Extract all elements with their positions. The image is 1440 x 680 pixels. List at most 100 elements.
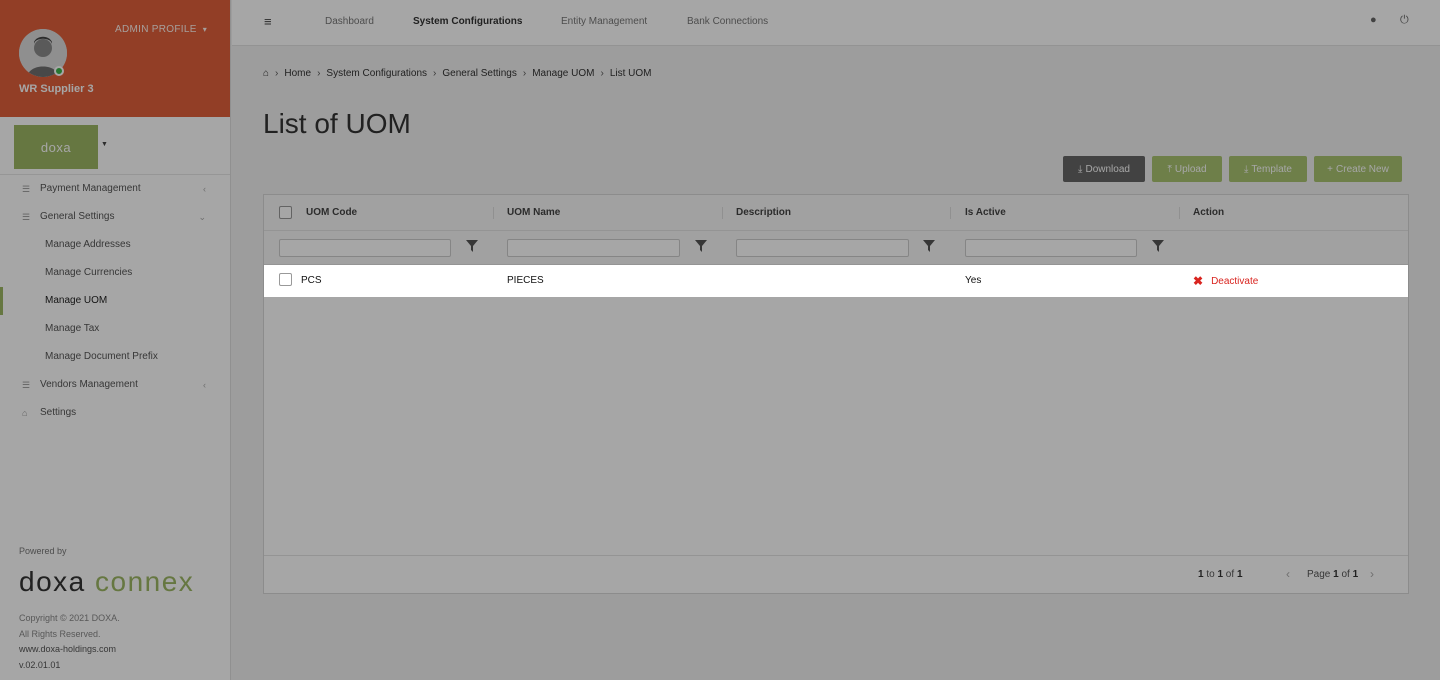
cell-is-active: Yes <box>965 275 982 286</box>
sidebar-item-vendors-management[interactable]: ☰ Vendors Management ‹ <box>0 371 230 399</box>
sidebar-item-label: Manage Addresses <box>45 239 131 250</box>
close-icon: ✖ <box>1193 274 1204 288</box>
chevron-right-icon: › <box>433 68 437 79</box>
filter-icon[interactable] <box>466 240 478 252</box>
breadcrumb-home[interactable]: Home <box>284 68 311 79</box>
sidebar-item-label: Manage Tax <box>45 323 100 334</box>
home-icon[interactable]: ⌂ <box>263 68 269 79</box>
sidebar-item-manage-document-prefix[interactable]: Manage Document Prefix <box>0 343 230 371</box>
create-new-button-label: Create New <box>1336 163 1389 175</box>
sidebar-item-label: General Settings <box>40 211 115 222</box>
uom-table: UOM Code UOM Name Description Is Active … <box>263 194 1409 594</box>
brand-logo: doxa connex <box>19 566 194 598</box>
list-icon: ☰ <box>22 184 31 194</box>
powered-by-label: Powered by <box>19 546 67 556</box>
previous-page-icon[interactable]: ‹ <box>1286 567 1290 581</box>
column-resize-handle[interactable] <box>1179 207 1180 219</box>
admin-profile-dropdown[interactable]: ADMIN PROFILE ▾ <box>115 24 207 35</box>
upload-button[interactable]: ⤒ Upload <box>1152 156 1222 182</box>
sidebar-item-label: Vendors Management <box>40 379 138 390</box>
column-header-description[interactable]: Description <box>736 207 791 218</box>
nav-dashboard[interactable]: Dashboard <box>325 16 374 27</box>
filter-icon[interactable] <box>923 240 935 252</box>
filter-row <box>264 231 1408 265</box>
globe-icon[interactable]: ● <box>1370 14 1377 26</box>
copyright-text: Copyright © 2021 DOXA. <box>19 613 120 623</box>
company-logo-text: doxa <box>40 139 72 155</box>
plus-icon: + <box>1327 163 1334 175</box>
select-all-checkbox[interactable] <box>279 206 292 219</box>
page-indicator: Page 1 of 1 <box>1307 569 1359 580</box>
brand-logo-main: doxa <box>19 566 86 597</box>
breadcrumb-general-settings[interactable]: General Settings <box>442 68 517 79</box>
table-footer: 1 to 1 of 1 ‹ Page 1 of 1 › <box>264 555 1408 593</box>
download-icon: ⤓ <box>1078 163 1083 175</box>
sidebar-item-general-settings[interactable]: ☰ General Settings ⌄ <box>0 203 230 231</box>
power-icon[interactable]: ⏻ <box>1400 14 1409 27</box>
column-header-uom-name[interactable]: UOM Name <box>507 207 560 218</box>
sidebar-item-label: Payment Management <box>40 183 141 194</box>
nav-system-configurations[interactable]: System Configurations <box>413 16 522 27</box>
sidebar-item-manage-tax[interactable]: Manage Tax <box>0 315 230 343</box>
is-active-filter-input[interactable] <box>965 239 1137 257</box>
sidebar-item-label: Manage Currencies <box>45 267 133 278</box>
column-header-uom-code[interactable]: UOM Code <box>306 207 357 218</box>
nav-bank-connections[interactable]: Bank Connections <box>687 16 768 27</box>
upload-button-label: Upload <box>1174 163 1207 175</box>
cell-uom-code: PCS <box>301 275 322 286</box>
sidebar-item-manage-uom[interactable]: Manage UOM <box>0 287 230 315</box>
sidebar: ADMIN PROFILE ▾ WR Supplier 3 doxa ▼ ☰ Pa… <box>0 0 231 680</box>
nav-entity-management[interactable]: Entity Management <box>561 16 647 27</box>
uom-code-filter-input[interactable] <box>279 239 451 257</box>
uom-name-filter-input[interactable] <box>507 239 680 257</box>
column-resize-handle[interactable] <box>950 207 951 219</box>
sidebar-item-settings[interactable]: ⌂ Settings <box>0 399 230 427</box>
filter-icon[interactable] <box>695 240 707 252</box>
website-link[interactable]: www.doxa-holdings.com <box>19 642 120 658</box>
page-title: List of UOM <box>263 108 411 139</box>
sidebar-item-payment-management[interactable]: ☰ Payment Management ‹ <box>0 175 230 203</box>
page-total: 1 <box>1352 569 1359 580</box>
chevron-down-icon[interactable]: ▼ <box>101 141 108 148</box>
copyright-block: Copyright © 2021 DOXA. All Rights Reserv… <box>19 611 120 673</box>
home-icon: ⌂ <box>22 408 28 418</box>
description-filter-input[interactable] <box>736 239 909 257</box>
chevron-left-icon: ‹ <box>203 184 206 194</box>
create-new-button[interactable]: + Create New <box>1314 156 1402 182</box>
next-page-icon[interactable]: › <box>1370 567 1374 581</box>
row-count-summary: 1 to 1 of 1 <box>1198 569 1243 580</box>
breadcrumb-manage-uom[interactable]: Manage UOM <box>532 68 594 79</box>
column-resize-handle[interactable] <box>493 207 494 219</box>
breadcrumb-list-uom: List UOM <box>609 68 652 79</box>
chevron-down-icon: ⌄ <box>198 212 206 222</box>
breadcrumb-system-configurations[interactable]: System Configurations <box>326 68 427 79</box>
current-page: 1 <box>1333 569 1339 580</box>
download-button[interactable]: ⤓ Download <box>1063 156 1145 182</box>
deactivate-button[interactable]: ✖ Deactivate <box>1193 274 1258 288</box>
template-button[interactable]: ⤓ Template <box>1229 156 1307 182</box>
sidebar-item-manage-currencies[interactable]: Manage Currencies <box>0 259 230 287</box>
row-checkbox[interactable] <box>279 273 292 286</box>
sidebar-item-manage-addresses[interactable]: Manage Addresses <box>0 231 230 259</box>
column-resize-handle[interactable] <box>722 207 723 219</box>
user-name: WR Supplier 3 <box>19 83 94 95</box>
row-total: 1 <box>1236 569 1243 580</box>
filter-icon[interactable] <box>1152 240 1164 252</box>
download-icon: ⤓ <box>1244 163 1249 175</box>
column-header-action: Action <box>1193 207 1225 218</box>
sidebar-item-label: Manage Document Prefix <box>45 351 158 362</box>
template-button-label: Template <box>1251 163 1292 175</box>
list-icon: ☰ <box>22 380 31 390</box>
sidebar-item-label: Manage UOM <box>45 295 108 306</box>
chevron-right-icon: › <box>275 68 279 79</box>
table-row[interactable]: PCS PIECES Yes ✖ Deactivate <box>264 265 1408 297</box>
hamburger-menu-icon[interactable]: ≡ <box>264 14 272 29</box>
sidebar-menu: ☰ Payment Management ‹ ☰ General Setting… <box>0 175 230 427</box>
download-button-label: Download <box>1085 163 1130 175</box>
chevron-right-icon: › <box>600 68 604 79</box>
company-switcher[interactable]: doxa ▼ <box>0 117 230 175</box>
column-header-is-active[interactable]: Is Active <box>965 207 1006 218</box>
chevron-right-icon: › <box>522 68 527 79</box>
breadcrumb: ⌂ › Home › System Configurations › Gener… <box>263 68 651 79</box>
admin-profile-label: ADMIN PROFILE <box>115 24 197 35</box>
